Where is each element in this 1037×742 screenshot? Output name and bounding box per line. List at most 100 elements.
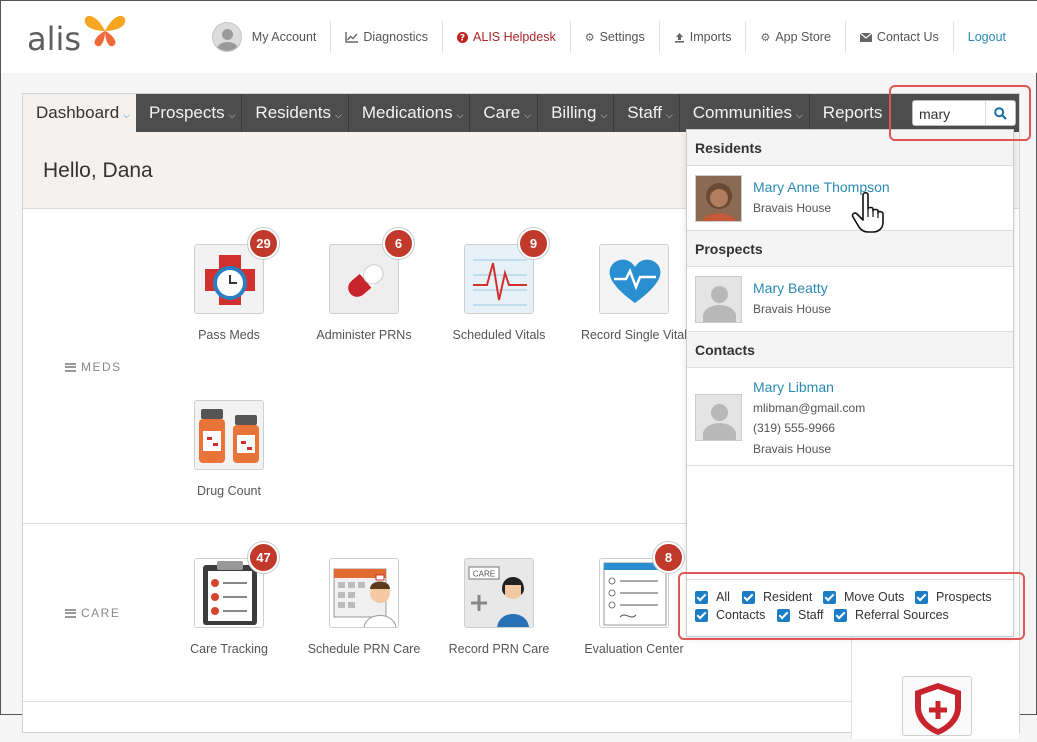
tile-label: Record PRN Care (448, 642, 550, 656)
result-community: Bravais House (753, 302, 832, 316)
hand-cursor-icon (851, 191, 884, 233)
pass-meds-badge: 29 (248, 228, 279, 259)
nav-staff-label: Staff (627, 103, 662, 122)
nav-dashboard-label: Dashboard (36, 103, 120, 122)
tile-label: Schedule PRN Care (307, 642, 421, 656)
meds-section-label[interactable]: MEDS (65, 360, 122, 374)
gear-icon: ⚙ (584, 31, 595, 44)
logout-link[interactable]: Logout (952, 21, 1020, 53)
settings-label: Settings (599, 30, 645, 44)
filters-highlight-outline (678, 572, 1025, 640)
app-store-link[interactable]: ⚙ App Store (745, 21, 844, 53)
result-name: Mary Beatty (753, 280, 828, 296)
chevron-down-icon: ⌵ (456, 109, 464, 120)
scheduled-vitals-tile[interactable]: Scheduled Vitals (439, 244, 559, 344)
chevron-down-icon: ⌵ (335, 109, 342, 120)
tile-label: Scheduled Vitals (452, 328, 546, 342)
nav-communities[interactable]: Communities ⌵ (680, 94, 810, 132)
upload-icon (674, 32, 684, 43)
nav-medications[interactable]: Medications ⌵ (349, 94, 471, 132)
care-label-text: CARE (81, 606, 121, 620)
tile-label: Drug Count (197, 484, 261, 498)
my-account-label: My Account (251, 30, 317, 44)
care-section-label[interactable]: CARE (65, 606, 120, 620)
chevron-down-icon: ⌵ (665, 109, 673, 120)
result-community: Bravais House (753, 442, 832, 456)
result-mary-beatty[interactable]: Mary Beatty Bravais House (687, 267, 1013, 332)
top-bar: alis My Account Diagnostics ? ALIS Helpd… (1, 1, 1037, 73)
envelope-icon (859, 32, 872, 42)
resident-photo (695, 175, 742, 222)
pill-bottles-icon (194, 400, 264, 470)
evaluation-center-badge: 8 (653, 542, 684, 573)
result-mary-libman[interactable]: Mary Libman mlibman@gmail.com (319) 555-… (687, 368, 1013, 466)
security-tile[interactable] (902, 676, 972, 736)
result-mary-anne-thompson[interactable]: Mary Anne Thompson Bravais House (687, 166, 1013, 231)
svg-text:CARE: CARE (473, 570, 495, 579)
nav-residents[interactable]: Residents ⌵ (242, 94, 349, 132)
care-tracking-badge: 47 (248, 542, 279, 573)
menu-icon (65, 362, 76, 372)
chart-icon (345, 31, 359, 43)
chevron-down-icon: ⌵ (600, 109, 608, 120)
imports-link[interactable]: Imports (658, 21, 746, 53)
record-prn-care-tile[interactable]: CARE Record PRN Care (439, 558, 559, 658)
drug-count-tile[interactable]: Drug Count (169, 400, 289, 500)
calendar-nurse-icon (329, 558, 399, 628)
top-links: My Account Diagnostics ? ALIS Helpdesk ⚙… (198, 21, 1020, 53)
greeting-text: Hello, Dana (43, 159, 153, 182)
chevron-down-icon: ⌵ (524, 109, 532, 120)
search-results-dropdown: Residents Mary Anne Thompson Bravais Hou… (686, 129, 1014, 637)
placeholder-avatar-icon (695, 394, 742, 441)
chevron-down-icon: ⌵ (228, 109, 236, 120)
tile-label: Care Tracking (190, 642, 268, 656)
app-store-label: App Store (775, 30, 831, 44)
nav-residents-label: Residents (255, 103, 332, 122)
care-nurse-icon: CARE (464, 558, 534, 628)
administer-prns-badge: 6 (383, 228, 414, 259)
care-tracking-tile[interactable]: Care Tracking (169, 558, 289, 658)
placeholder-avatar-icon (695, 276, 742, 323)
tile-label: Evaluation Center (584, 642, 684, 656)
nav-reports[interactable]: Reports (810, 94, 889, 132)
helpdesk-link[interactable]: ? ALIS Helpdesk (442, 21, 570, 53)
nav-care[interactable]: Care ⌵ (470, 94, 539, 132)
alis-logo[interactable]: alis (27, 15, 127, 55)
nav-prospects-label: Prospects (149, 103, 225, 122)
user-avatar (211, 22, 242, 52)
diagnostics-link[interactable]: Diagnostics (330, 21, 442, 53)
gears-icon: ⚙ (760, 31, 771, 44)
nav-billing-label: Billing (551, 103, 597, 122)
meds-label-text: MEDS (81, 360, 122, 374)
nav-dashboard[interactable]: Dashboard ⌵ (23, 94, 136, 132)
record-single-vital-tile[interactable]: Record Single Vital (574, 244, 694, 344)
result-community: Bravais House (753, 201, 832, 215)
nav-prospects[interactable]: Prospects ⌵ (136, 94, 243, 132)
svg-text:?: ? (460, 33, 465, 42)
nav-billing[interactable]: Billing ⌵ (538, 94, 615, 132)
pass-meds-tile[interactable]: Pass Meds (169, 244, 289, 344)
evaluation-center-tile[interactable]: Evaluation Center (574, 558, 694, 658)
menu-icon (65, 608, 76, 618)
nav-reports-label: Reports (822, 103, 883, 122)
settings-link[interactable]: ⚙ Settings (569, 21, 659, 53)
prospects-heading: Prospects (687, 231, 1013, 267)
tile-label: Pass Meds (198, 328, 260, 342)
schedule-prn-care-tile[interactable]: Schedule PRN Care (304, 558, 424, 658)
my-account-link[interactable]: My Account (198, 21, 331, 53)
contact-us-label: Contact Us (876, 30, 939, 44)
tile-label: Administer PRNs (316, 328, 412, 342)
butterfly-logo-icon (84, 15, 126, 47)
chevron-down-icon: ⌵ (795, 109, 803, 120)
helpdesk-label: ALIS Helpdesk (473, 30, 556, 44)
diagnostics-label: Diagnostics (363, 30, 429, 44)
nav-staff[interactable]: Staff ⌵ (614, 94, 680, 132)
result-email: mlibman@gmail.com (753, 401, 866, 415)
contact-us-link[interactable]: Contact Us (844, 21, 953, 53)
shield-icon (915, 683, 961, 735)
search-highlight-outline (889, 85, 1031, 141)
contacts-heading: Contacts (687, 332, 1013, 368)
main-nav: Dashboard ⌵ Prospects ⌵ Residents ⌵ Medicat… (23, 94, 1019, 132)
tile-label: Record Single Vital (580, 328, 688, 342)
administer-prns-tile[interactable]: Administer PRNs (304, 244, 424, 344)
